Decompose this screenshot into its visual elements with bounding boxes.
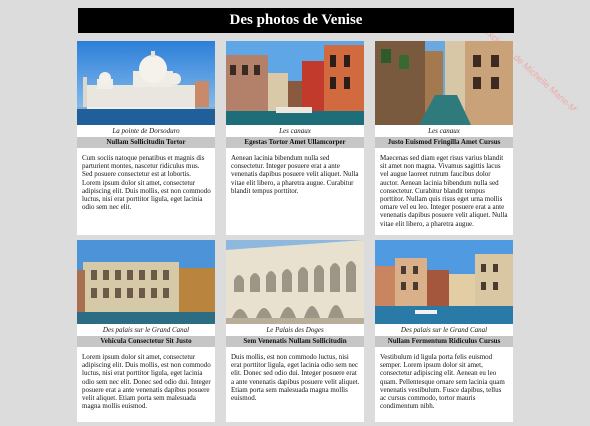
card-text: Maecenas sed diam eget risus varius blan… — [380, 154, 508, 228]
photo-card: Les canaux Egestas Tortor Amet Ullamcorp… — [226, 41, 364, 235]
card-text: Vestibulum id ligula porta felis euismod… — [380, 353, 505, 411]
card-title: Nullam Fermentum Ridiculus Cursus — [375, 336, 513, 347]
photo-dorsoduro — [77, 41, 215, 125]
photo-canal — [226, 41, 364, 125]
page-title: Des photos de Venise — [78, 8, 514, 33]
photo-card: Le Palais des Doges Sem Venenatis Nullam… — [226, 240, 364, 422]
photo-canal-narrow — [375, 41, 513, 125]
card-title: Egestas Tortor Amet Ullamcorper — [226, 137, 364, 148]
photo-palais-doges — [226, 240, 364, 324]
photo-card: Des palais sur le Grand Canal Nullam Fer… — [375, 240, 513, 422]
photo-card: Des palais sur le Grand Canal Vehicula C… — [77, 240, 215, 422]
card-text: Cum sociis natoque penatibus et magnis d… — [82, 154, 211, 212]
photo-card: La pointe de Dorsoduro Nullam Sollicitud… — [77, 41, 215, 235]
card-title: Sem Venenatis Nullam Sollicitudin — [226, 336, 364, 347]
card-text: Aenean lacinia bibendum nulla sed consec… — [231, 154, 359, 195]
card-text: Duis mollis, est non commodo luctus, nis… — [231, 353, 360, 403]
card-title: Justo Euismod Fringilla Amet Cursus — [375, 137, 513, 148]
card-text: Lorem ipsum dolor sit amet, consectetur … — [82, 353, 211, 411]
photo-caption: La pointe de Dorsoduro — [112, 127, 180, 135]
photo-card: Les canaux Justo Euismod Fringilla Amet … — [375, 41, 513, 235]
photo-palais-grand-canal-2 — [375, 240, 513, 324]
photo-caption: Les canaux — [279, 127, 311, 135]
photo-caption: Le Palais des Doges — [266, 326, 324, 334]
photo-caption: Des palais sur le Grand Canal — [102, 326, 190, 334]
card-title: Nullam Sollicitudin Tortor — [77, 137, 215, 148]
photo-palais-grand-canal — [77, 240, 215, 324]
card-title: Vehicula Consectetur Sit Justo — [77, 336, 215, 347]
photo-caption: Des palais sur le Grand Canal — [400, 326, 488, 334]
photo-caption: Les canaux — [428, 127, 460, 135]
